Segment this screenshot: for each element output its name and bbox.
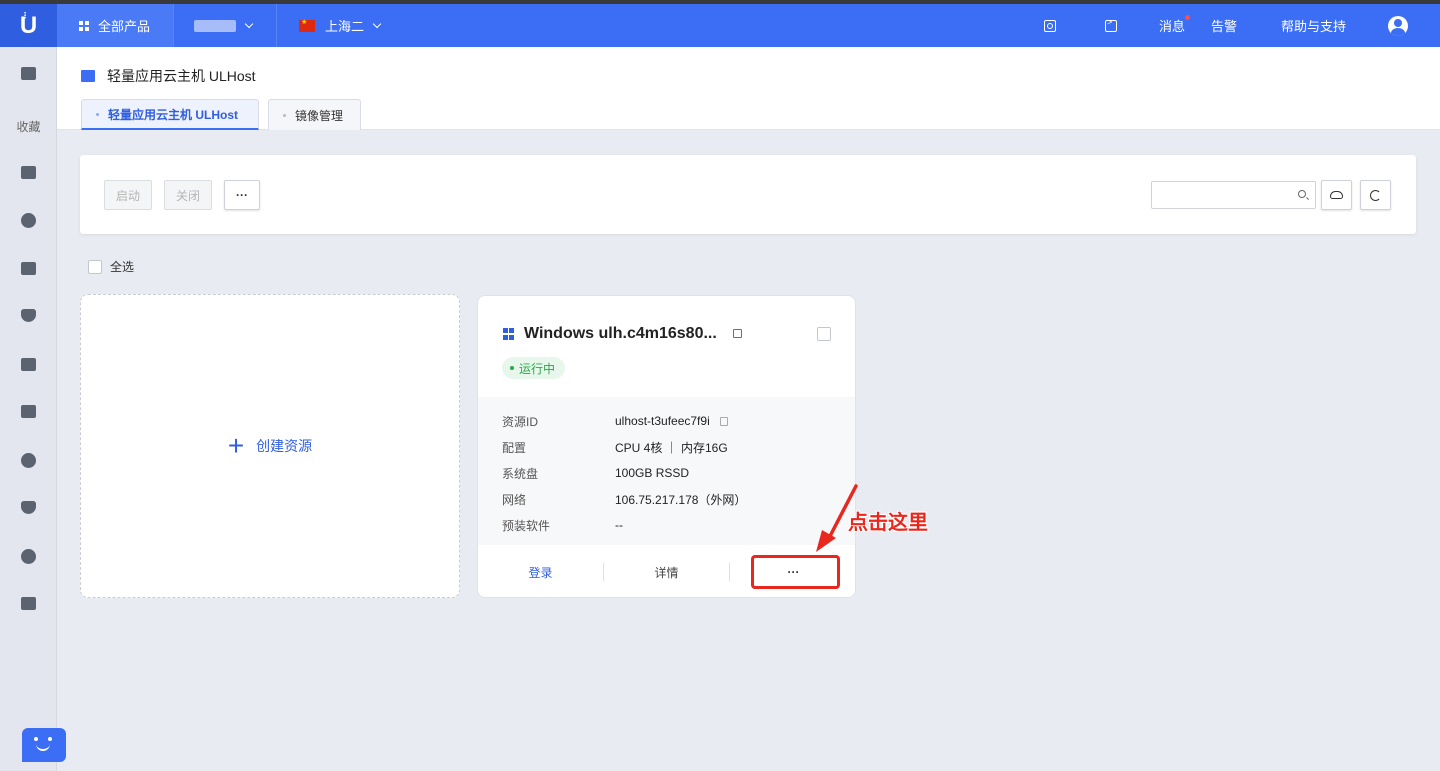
refresh-icon <box>1370 189 1381 201</box>
chevron-down-icon <box>244 19 254 29</box>
server-icon[interactable] <box>21 166 36 179</box>
all-products-menu[interactable]: 全部产品 <box>57 4 173 47</box>
start-button[interactable]: 启动 <box>104 180 152 210</box>
user-avatar-icon[interactable] <box>1388 15 1408 36</box>
tab-ulhost[interactable]: 轻量应用云主机 ULHost <box>81 99 259 130</box>
tab-dot <box>96 112 99 116</box>
resource-checkbox[interactable] <box>817 327 831 341</box>
search-input[interactable] <box>1152 182 1282 208</box>
region-label: 上海二 <box>325 19 365 34</box>
resource-card: Windows ulh.c4m16s80... 运行中 资源ID ulhost-… <box>477 295 856 598</box>
security-d-icon[interactable] <box>21 309 36 322</box>
annotation-label: 点击这里 <box>848 512 928 534</box>
detail-row-network: 网络 106.75.217.178（外网） <box>502 492 747 507</box>
resource-name: Windows ulh.c4m16s80... <box>524 325 717 342</box>
detail-row-system-disk: 系统盘 100GB RSSD <box>502 466 690 481</box>
ulhost-product-icon <box>81 70 95 82</box>
annotation-highlight-box <box>751 555 840 589</box>
help-support-link[interactable]: 帮助与支持 <box>1281 16 1346 35</box>
create-resource-label: 创建资源 <box>256 438 313 454</box>
refresh-button[interactable] <box>1360 180 1391 210</box>
plus-icon: + <box>227 430 245 461</box>
left-sidebar: 收藏 <box>0 47 57 771</box>
windows-icon <box>503 328 515 340</box>
copy-icon[interactable] <box>719 416 728 426</box>
network-icon[interactable] <box>21 213 36 228</box>
document-icon[interactable] <box>21 597 36 610</box>
messages-link[interactable]: 消息 <box>1159 15 1190 35</box>
shield-icon[interactable] <box>21 501 36 514</box>
detail-button[interactable]: 详情 <box>604 545 729 597</box>
select-all-checkbox[interactable] <box>88 259 102 274</box>
grid-icon <box>79 20 89 31</box>
storage-icon[interactable] <box>21 358 36 371</box>
select-all[interactable]: 全选 <box>80 258 134 275</box>
cdn-icon[interactable] <box>21 405 36 418</box>
chevron-down-icon <box>372 19 382 29</box>
unread-dot <box>1184 15 1190 20</box>
resource-details: 资源ID ulhost-t3ufeec7f9i 配置 CPU 4核 ｜ 内存16… <box>478 397 855 545</box>
action-toolbar: 启动 关闭 ··· <box>80 155 1416 234</box>
resource-id-value: ulhost-t3ufeec7f9i <box>615 414 710 428</box>
tab-dot <box>283 113 286 117</box>
tab-image-management[interactable]: 镜像管理 <box>268 99 361 130</box>
dashboard-icon[interactable] <box>21 67 36 80</box>
all-products-label: 全部产品 <box>98 19 151 34</box>
select-all-label: 全选 <box>110 260 135 274</box>
page-header: 轻量应用云主机 ULHost 轻量应用云主机 ULHost 镜像管理 <box>57 47 1440 130</box>
terminal-icon[interactable] <box>1104 17 1117 32</box>
blurred-project-name <box>194 19 236 32</box>
share-icon[interactable] <box>21 549 36 564</box>
more-actions-button[interactable]: ··· <box>224 180 260 210</box>
region-selector[interactable]: 上海二 <box>277 4 382 47</box>
project-selector[interactable] <box>173 4 277 47</box>
login-button[interactable]: 登录 <box>478 545 603 597</box>
edit-icon[interactable] <box>733 329 742 338</box>
status-badge: 运行中 <box>502 357 566 379</box>
transfer-icon[interactable] <box>21 453 36 468</box>
search-icon[interactable] <box>1298 190 1306 198</box>
page-title: 轻量应用云主机 ULHost <box>81 66 256 86</box>
chat-icon[interactable] <box>21 262 36 275</box>
cloud-sync-button[interactable] <box>1321 180 1352 210</box>
favorites-label: 收藏 <box>16 120 41 134</box>
cloud-refresh-icon <box>1330 191 1343 199</box>
create-resource-card[interactable]: + 创建资源 <box>80 294 460 598</box>
search-field[interactable] <box>1151 181 1316 209</box>
stop-button[interactable]: 关闭 <box>164 180 212 210</box>
status-dot <box>510 366 514 370</box>
china-flag-icon <box>299 18 315 32</box>
detail-row-preinstalled-software: 预装软件 -- <box>502 518 623 533</box>
search-icon[interactable] <box>1043 19 1056 32</box>
ucloud-logo[interactable]: ⋮ U <box>0 4 57 47</box>
detail-row-resource-id: 资源ID ulhost-t3ufeec7f9i <box>478 408 855 434</box>
chat-assistant-icon[interactable] <box>22 728 66 762</box>
top-navigation-bar: ⋮U 全部产品 上海二 消息 告警 帮助与支持 <box>0 4 1440 47</box>
detail-row-config: 配置 CPU 4核 ｜ 内存16G <box>502 440 728 455</box>
alerts-link[interactable]: 告警 <box>1211 16 1237 35</box>
